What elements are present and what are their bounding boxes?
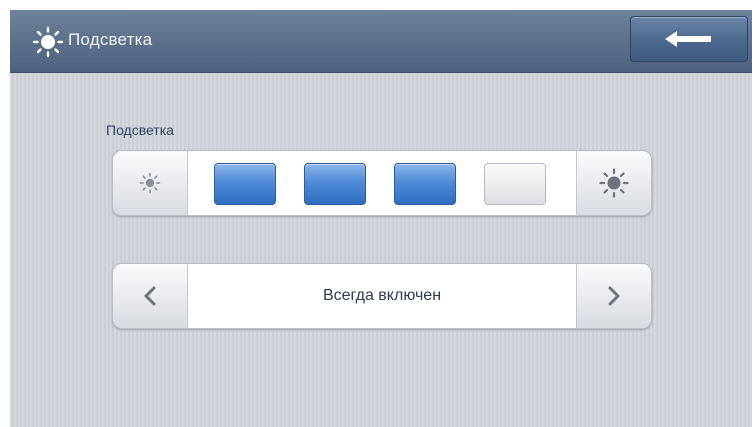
- brightness-increase-button[interactable]: [576, 151, 651, 215]
- brightness-level-3[interactable]: [394, 163, 456, 205]
- page-title: Подсветка: [68, 30, 153, 49]
- brightness-level-1[interactable]: [214, 163, 276, 205]
- brightness-level-2[interactable]: [304, 163, 366, 205]
- brightness-control: [112, 150, 652, 216]
- sun-icon: [32, 26, 64, 58]
- title-bar: Подсветка: [10, 10, 752, 73]
- backlight-mode-selector: Всегда включен: [112, 263, 652, 329]
- backlight-mode-value: Всегда включен: [188, 264, 576, 328]
- brightness-label: Подсветка: [106, 122, 174, 138]
- mode-next-button[interactable]: [576, 264, 651, 328]
- back-button[interactable]: [630, 16, 748, 62]
- brightness-level-4[interactable]: [484, 163, 546, 205]
- brightness-decrease-button[interactable]: [113, 151, 188, 215]
- mode-prev-button[interactable]: [113, 264, 188, 328]
- settings-screen: Подсветка Подсветка Всегда включен: [10, 10, 752, 427]
- brightness-levels: [188, 151, 576, 215]
